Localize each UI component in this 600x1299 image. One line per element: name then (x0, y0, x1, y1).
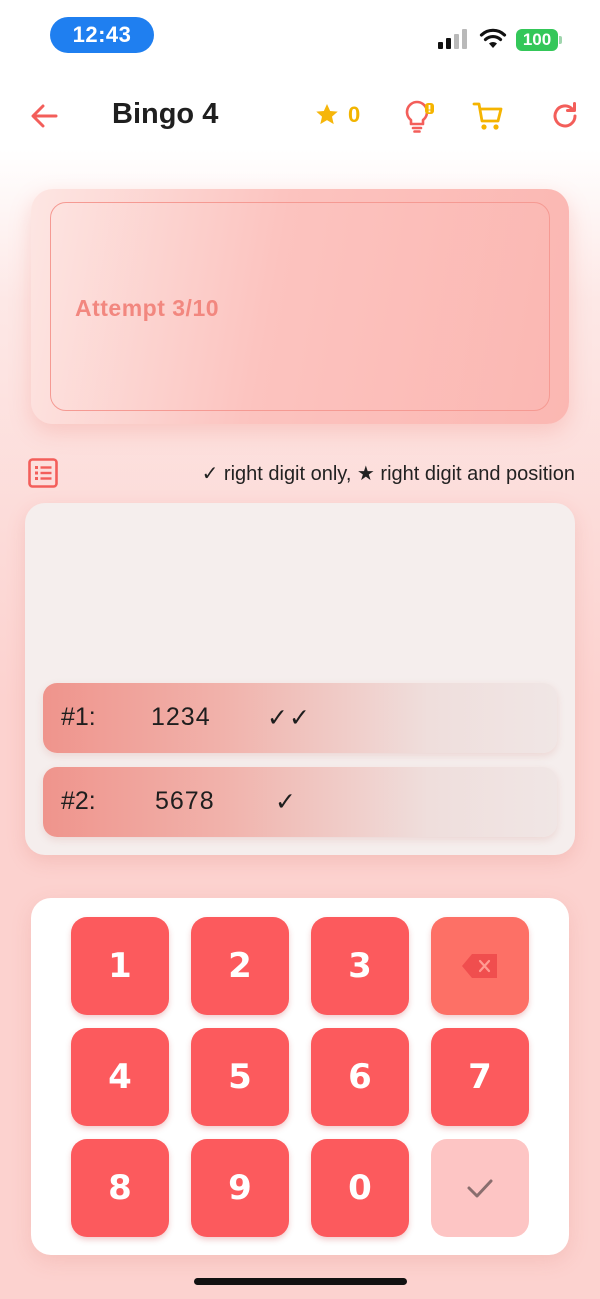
star-count: 0 (348, 102, 361, 127)
cart-icon (472, 102, 503, 130)
backspace-icon (462, 954, 497, 978)
key-9[interactable]: 9 (191, 1139, 289, 1237)
lightbulb-icon (405, 100, 434, 133)
key-5[interactable]: 5 (191, 1028, 289, 1126)
key-3[interactable]: 3 (311, 917, 409, 1015)
guess-row: #1: 1234 ✓✓ (43, 683, 557, 753)
cellular-signal-icon (438, 29, 467, 49)
guess-history-panel: #1: 1234 ✓✓ #2: 5678 ✓ (25, 503, 575, 855)
guess-index: #1: (61, 703, 96, 731)
key-1[interactable]: 1 (71, 917, 169, 1015)
guess-result: ✓✓ (267, 704, 311, 732)
shop-button[interactable] (468, 96, 508, 136)
home-indicator (194, 1278, 407, 1285)
key-7[interactable]: 7 (431, 1028, 529, 1126)
guess-number: 1234 (151, 703, 211, 731)
restart-icon (553, 102, 577, 128)
battery-indicator: 100 (516, 29, 562, 51)
status-time: 12:43 (50, 17, 154, 53)
legend-text: ✓ right digit only, ★ right digit and po… (201, 463, 575, 485)
attempt-counter: Attempt 3/10 (75, 295, 220, 321)
key-6[interactable]: 6 (311, 1028, 409, 1126)
restart-button[interactable] (545, 96, 585, 136)
back-button[interactable] (26, 98, 62, 134)
guess-result: ✓ (275, 788, 297, 816)
back-arrow-icon (31, 104, 58, 128)
key-8[interactable]: 8 (71, 1139, 169, 1237)
guess-row: #2: 5678 ✓ (43, 767, 557, 837)
backspace-button[interactable] (431, 917, 529, 1015)
status-bar: 12:43 100 (0, 0, 600, 70)
key-4[interactable]: 4 (71, 1028, 169, 1126)
wifi-icon (479, 28, 507, 48)
page-title: Bingo 4 (112, 98, 219, 130)
guess-index: #2: (61, 787, 96, 815)
attempt-frame: Attempt 3/10 (50, 202, 550, 411)
check-icon (467, 1179, 493, 1198)
list-icon[interactable] (28, 458, 58, 488)
submit-button[interactable] (431, 1139, 529, 1237)
key-0[interactable]: 0 (311, 1139, 409, 1237)
hint-button[interactable] (400, 96, 440, 136)
legend-row: ✓ right digit only, ★ right digit and po… (0, 455, 600, 491)
star-score: 0 (314, 102, 360, 128)
guess-number: 5678 (155, 787, 215, 815)
attempt-card: Attempt 3/10 (31, 189, 569, 424)
number-keypad: 1 2 3 4 5 6 7 8 9 0 (31, 898, 569, 1255)
app-bar: Bingo 4 0 (0, 80, 600, 152)
star-icon (316, 103, 338, 125)
key-2[interactable]: 2 (191, 917, 289, 1015)
